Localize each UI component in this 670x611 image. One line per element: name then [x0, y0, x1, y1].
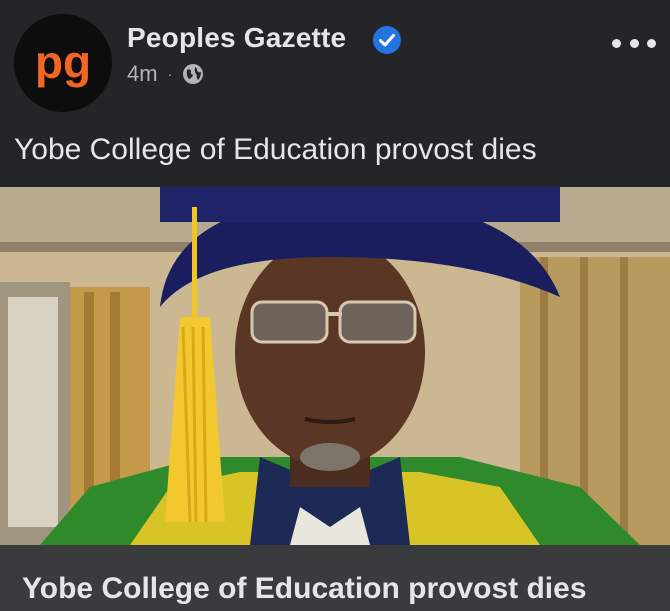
post-timestamp[interactable]: 4m	[127, 61, 158, 87]
verified-badge-icon	[373, 26, 401, 54]
post-image[interactable]	[0, 187, 670, 545]
pg-logo-icon: pg	[14, 14, 112, 112]
post-meta: 4m ·	[127, 61, 204, 87]
page-name[interactable]: Peoples Gazette	[127, 22, 346, 54]
post-text: Yobe College of Education provost dies	[14, 133, 537, 166]
meta-separator: ·	[167, 66, 173, 82]
news-photo-image	[0, 187, 670, 545]
globe-icon	[183, 64, 204, 84]
more-dot	[629, 38, 639, 48]
link-preview-title[interactable]: Yobe College of Education provost dies	[22, 572, 587, 606]
page-avatar[interactable]: pg	[14, 14, 112, 112]
more-dot	[612, 38, 621, 48]
more-dot	[647, 38, 656, 48]
feed-post: pg Peoples Gazette 4m · Yobe College of …	[0, 0, 670, 611]
avatar-logo-text: pg	[35, 36, 91, 88]
more-options-icon[interactable]	[612, 30, 656, 56]
